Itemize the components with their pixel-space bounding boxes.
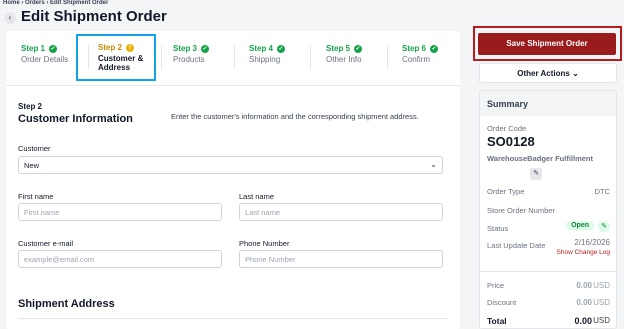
- last-name-input[interactable]: Last name: [239, 203, 443, 221]
- email-input[interactable]: example@email.com: [18, 250, 222, 268]
- first-name-input[interactable]: First name: [18, 203, 222, 221]
- chevron-down-icon: ⌄: [572, 69, 579, 78]
- step-label: Customer & Address: [98, 54, 144, 72]
- store-order-label: Store Order Number: [487, 206, 555, 215]
- pencil-icon[interactable]: ✎: [530, 168, 542, 180]
- step-label: Order Details: [21, 55, 69, 64]
- summary-panel: Summary Order Code SO0128 WarehouseBadge…: [479, 90, 617, 329]
- pencil-icon[interactable]: ✎: [598, 221, 610, 232]
- back-button[interactable]: ‹: [4, 12, 16, 24]
- step-divider: [161, 45, 162, 69]
- main-card: Step 1 ✓ Order Details Step 2! Customer &…: [6, 31, 460, 329]
- other-actions-label: Other Actions: [517, 69, 570, 78]
- summary-heading: Summary: [480, 91, 616, 116]
- check-icon: ✓: [201, 44, 210, 53]
- step-divider: [387, 45, 388, 69]
- step-1[interactable]: Step 1 ✓ Order Details: [21, 44, 81, 64]
- chevron-left-icon: ‹: [8, 13, 12, 22]
- shipment-address-title: Shipment Address: [18, 298, 115, 310]
- divider: [18, 318, 448, 319]
- save-shipment-order-button[interactable]: Save Shipment Order: [478, 33, 616, 55]
- customer-select-value: New: [24, 161, 40, 170]
- order-type-label: Order Type: [487, 187, 525, 196]
- breadcrumb[interactable]: Home › Orders › Edit Shipment Order: [3, 0, 108, 6]
- step-number: Step 3: [173, 44, 198, 53]
- chevron-down-icon: ⌄: [430, 160, 437, 169]
- divider: [480, 271, 616, 272]
- step-number: Step 2: [98, 43, 123, 52]
- divider: [6, 85, 460, 86]
- check-icon: ✓: [49, 44, 58, 53]
- step-number: Step 4: [249, 44, 274, 53]
- phone-label: Phone Number: [239, 239, 290, 248]
- step-divider: [310, 45, 311, 69]
- warning-icon: !: [126, 43, 135, 52]
- other-actions-button[interactable]: Other Actions ⌄: [479, 63, 617, 83]
- order-type-value: DTC: [594, 187, 610, 196]
- step-number: Step 6: [402, 44, 427, 53]
- discount-value: 0.00: [576, 298, 592, 307]
- page-title: Edit Shipment Order: [21, 8, 167, 25]
- step-number: Step 5: [326, 44, 351, 53]
- total-currency: USD: [593, 316, 610, 325]
- status-badge: Open: [566, 221, 594, 230]
- discount-label: Discount: [487, 298, 517, 307]
- order-code: SO0128: [487, 134, 535, 149]
- step-divider: [234, 45, 235, 69]
- customer-label: Customer: [18, 144, 51, 153]
- step-label: Other Info: [326, 55, 362, 64]
- status-label: Status: [487, 224, 509, 233]
- total-value: 0.00: [574, 316, 592, 326]
- check-icon: ✓: [354, 44, 363, 53]
- total-label: Total: [487, 316, 507, 326]
- check-icon: ✓: [430, 44, 439, 53]
- section-step: Step 2: [18, 102, 43, 111]
- email-label: Customer e-mail: [18, 239, 74, 248]
- show-change-log-link[interactable]: Show Change Log: [557, 249, 611, 256]
- section-title: Customer Information: [18, 113, 133, 125]
- price-label: Price: [487, 281, 505, 290]
- price-currency: USD: [593, 281, 610, 290]
- step-number: Step 1: [21, 44, 46, 53]
- last-update-value: 2/16/2026: [574, 238, 610, 247]
- step-label: Shipping: [249, 55, 281, 64]
- fulfillment-name: WarehouseBadger Fulfillment: [487, 154, 593, 163]
- order-code-label: Order Code: [487, 124, 527, 133]
- step-4[interactable]: Step 4 ✓ Shipping: [249, 44, 309, 64]
- step-2[interactable]: Step 2! Customer & Address: [76, 34, 156, 81]
- section-description: Enter the customer's information and the…: [171, 112, 419, 121]
- step-3[interactable]: Step 3 ✓ Products: [173, 44, 233, 64]
- phone-input[interactable]: Phone Number: [239, 250, 443, 268]
- last-update-label: Last Update Date: [487, 241, 546, 250]
- discount-currency: USD: [593, 298, 610, 307]
- step-6[interactable]: Step 6 ✓ Confirm: [402, 44, 462, 64]
- step-label: Products: [173, 55, 205, 64]
- first-name-label: First name: [18, 192, 54, 201]
- step-5[interactable]: Step 5 ✓ Other Info: [326, 44, 386, 64]
- customer-select[interactable]: New ⌄: [18, 156, 443, 174]
- check-icon: ✓: [277, 44, 286, 53]
- price-value: 0.00: [576, 281, 592, 290]
- last-name-label: Last name: [239, 192, 275, 201]
- stepper: Step 1 ✓ Order Details Step 2! Customer &…: [6, 31, 460, 85]
- step-label: Confirm: [402, 55, 431, 64]
